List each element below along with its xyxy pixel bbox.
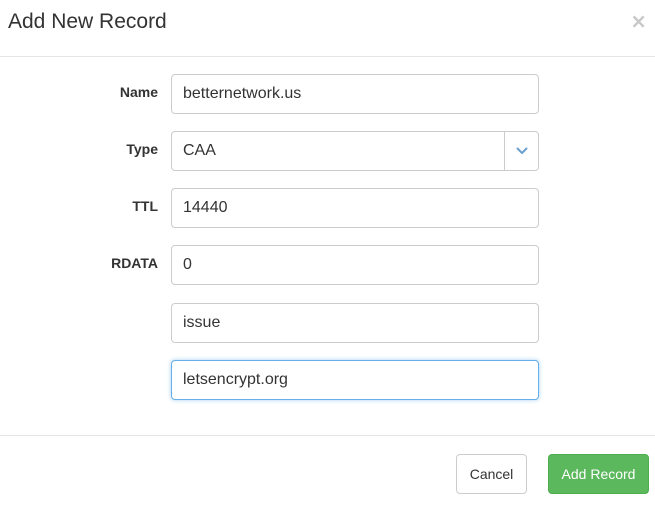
type-label: Type	[126, 141, 158, 157]
dialog-title: Add New Record	[8, 10, 167, 33]
dialog-footer: Cancel Add Record	[0, 435, 655, 507]
close-icon[interactable]: ×	[630, 11, 647, 31]
add-record-button[interactable]: Add Record	[548, 454, 649, 494]
ttl-input[interactable]	[171, 188, 539, 228]
rdata-tag-row	[0, 303, 655, 343]
dialog-header: Add New Record ×	[0, 0, 655, 57]
type-select-value: CAA	[183, 142, 216, 159]
name-label: Name	[119, 84, 158, 100]
name-row: Name	[0, 74, 655, 114]
rdata-flags-input[interactable]	[171, 245, 539, 285]
ttl-label: TTL	[132, 198, 158, 214]
rdata-value-input[interactable]	[171, 360, 539, 400]
ttl-row: TTL	[0, 188, 655, 228]
name-input[interactable]	[171, 74, 539, 114]
chevron-down-icon[interactable]	[504, 132, 538, 170]
rdata-tag-input[interactable]	[171, 303, 539, 343]
rdata-label: RDATA	[111, 255, 158, 271]
rdata-row: RDATA	[0, 245, 655, 285]
type-row: Type CAA	[0, 131, 655, 171]
rdata-value-row	[0, 360, 655, 400]
type-select[interactable]: CAA	[171, 131, 539, 171]
add-record-dialog: Add New Record × Name Type CAA TTL RDATA	[0, 0, 655, 507]
cancel-button[interactable]: Cancel	[456, 454, 527, 494]
